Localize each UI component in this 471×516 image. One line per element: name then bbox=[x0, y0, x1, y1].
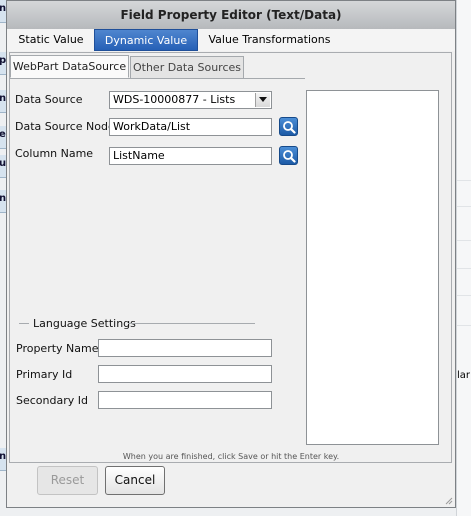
background-text: e bbox=[0, 129, 6, 140]
chevron-down-icon[interactable] bbox=[255, 93, 270, 107]
dialog-title: Field Property Editor (Text/Data) bbox=[120, 8, 342, 22]
property-name-label: Property Name bbox=[16, 342, 99, 355]
tab-static-value[interactable]: Static Value bbox=[11, 29, 91, 51]
field-property-editor-dialog: Field Property Editor (Text/Data) Static… bbox=[6, 0, 456, 508]
instruction-hint: When you are finished, click Save or hit… bbox=[122, 452, 340, 461]
primary-id-label: Primary Id bbox=[16, 368, 73, 381]
tab-value-transformations[interactable]: Value Transformations bbox=[207, 29, 332, 51]
column-name-label: Column Name bbox=[15, 147, 94, 160]
data-source-node-search-button[interactable] bbox=[279, 117, 298, 136]
resize-grip-icon[interactable] bbox=[445, 497, 453, 505]
secondary-id-label: Secondary Id bbox=[16, 394, 88, 407]
data-source-value: WDS-10000877 - Lists bbox=[113, 93, 236, 106]
language-settings-divider-right bbox=[128, 323, 255, 324]
magnifier-icon bbox=[283, 121, 296, 134]
background-text: lar bbox=[457, 370, 471, 381]
dialog-titlebar[interactable]: Field Property Editor (Text/Data) bbox=[7, 1, 455, 30]
language-settings-legend: Language Settings bbox=[33, 317, 136, 330]
background-right-panel: lar bbox=[456, 0, 471, 516]
data-source-list[interactable] bbox=[306, 90, 439, 445]
magnifier-icon bbox=[283, 150, 296, 163]
column-name-search-button[interactable] bbox=[279, 146, 298, 165]
main-tab-bar: Static Value Dynamic Value Value Transfo… bbox=[7, 29, 455, 51]
cancel-button[interactable]: Cancel bbox=[105, 466, 165, 495]
reset-button[interactable]: Reset bbox=[37, 466, 98, 495]
language-settings-divider-left bbox=[19, 323, 29, 324]
column-name-input[interactable]: ListName bbox=[109, 147, 272, 165]
secondary-id-input[interactable] bbox=[98, 391, 272, 409]
data-source-node-input[interactable]: WorkData/List bbox=[109, 118, 272, 136]
primary-id-input[interactable] bbox=[98, 365, 272, 383]
data-source-label: Data Source bbox=[15, 93, 83, 106]
data-source-select[interactable]: WDS-10000877 - Lists bbox=[109, 91, 272, 109]
data-source-node-label: Data Source Node bbox=[15, 120, 115, 133]
tab-dynamic-value[interactable]: Dynamic Value bbox=[94, 29, 198, 51]
subtab-webpart-datasource[interactable]: WebPart DataSource bbox=[10, 55, 129, 78]
property-name-input[interactable] bbox=[98, 339, 272, 357]
subtab-other-data-sources[interactable]: Other Data Sources bbox=[130, 56, 244, 79]
